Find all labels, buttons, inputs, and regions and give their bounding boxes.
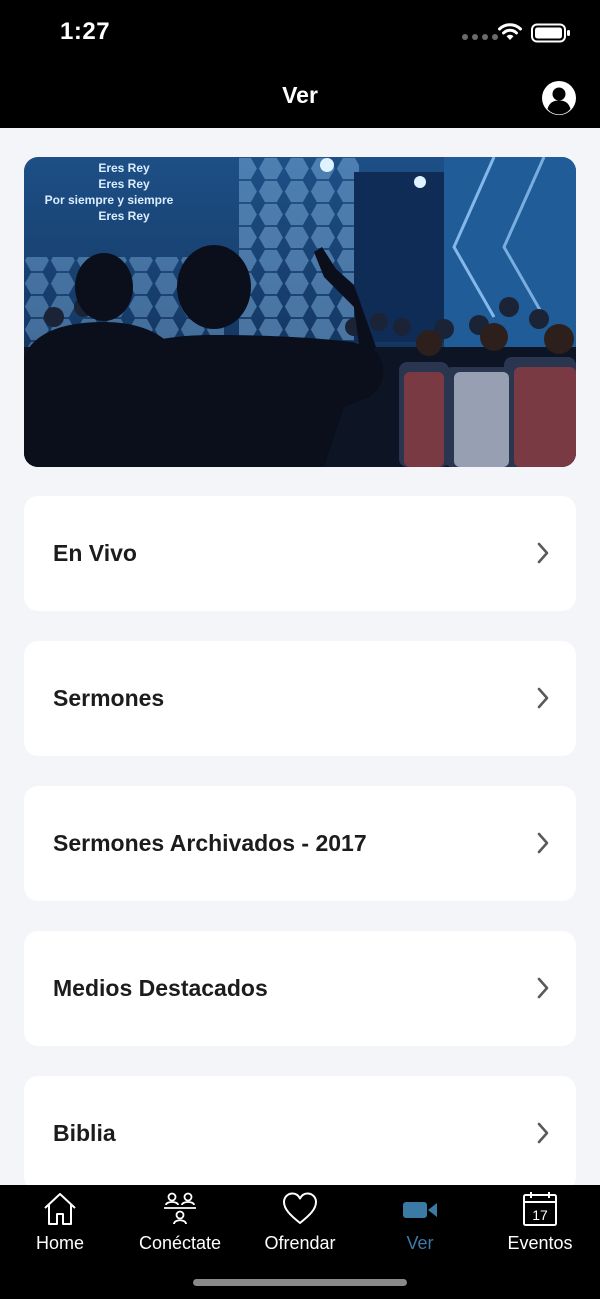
tab-label: Conéctate — [138, 1233, 222, 1253]
chevron-right-icon — [537, 1122, 549, 1144]
profile-icon[interactable] — [541, 80, 577, 116]
heart-icon — [283, 1192, 317, 1224]
wifi-icon — [498, 23, 522, 40]
page-title: Ver — [282, 82, 318, 108]
menu-item-medios-destacados[interactable]: Medios Destacados — [24, 931, 576, 1046]
menu-item-label: Sermones Archivados - 2017 — [53, 830, 367, 856]
menu-item-en-vivo[interactable]: En Vivo — [24, 496, 576, 611]
status-time: 1:27 — [60, 18, 111, 45]
tab-label: Ofrendar — [264, 1233, 336, 1253]
tab-ofrendar[interactable]: Ofrendar — [240, 1185, 360, 1265]
cellular-signal-icon — [462, 34, 498, 40]
people-icon — [164, 1192, 196, 1225]
tab-eventos[interactable]: 17 Eventos — [480, 1185, 600, 1265]
calendar-icon: 17 — [523, 1192, 557, 1226]
chevron-right-icon — [537, 977, 549, 999]
tab-label: Ver — [406, 1233, 434, 1253]
tab-label: Home — [35, 1233, 84, 1253]
menu-item-label: En Vivo — [53, 540, 137, 566]
tab-conectate[interactable]: Conéctate — [120, 1185, 240, 1265]
tab-ver[interactable]: Ver — [360, 1185, 480, 1265]
home-icon — [44, 1193, 76, 1225]
hero-image: Eres Rey Eres Rey Por siempre y siempre … — [24, 157, 576, 467]
status-bar: 1:27 — [0, 0, 600, 64]
home-indicator[interactable] — [193, 1279, 407, 1286]
svg-text:17: 17 — [532, 1207, 548, 1223]
menu-item-label: Sermones — [53, 685, 165, 711]
video-camera-icon — [403, 1202, 437, 1218]
menu-item-label: Biblia — [53, 1120, 116, 1146]
battery-icon — [531, 23, 570, 43]
tab-label: Eventos — [507, 1233, 573, 1253]
menu-item-sermones[interactable]: Sermones — [24, 641, 576, 756]
chevron-right-icon — [537, 542, 549, 564]
svg-text:Por siempre y siempre: Por siempre y siempre — [45, 193, 174, 207]
svg-text:Eres Rey: Eres Rey — [98, 161, 150, 175]
svg-text:Eres Rey: Eres Rey — [98, 177, 150, 191]
menu-item-biblia[interactable]: Biblia — [24, 1076, 576, 1191]
menu-item-label: Medios Destacados — [53, 975, 268, 1001]
navigation-bar: Ver — [0, 64, 600, 128]
tab-home[interactable]: Home — [0, 1185, 120, 1265]
chevron-right-icon — [537, 832, 549, 854]
menu-item-sermones-archivados[interactable]: Sermones Archivados - 2017 — [24, 786, 576, 901]
chevron-right-icon — [537, 687, 549, 709]
svg-text:Eres Rey: Eres Rey — [98, 209, 150, 223]
